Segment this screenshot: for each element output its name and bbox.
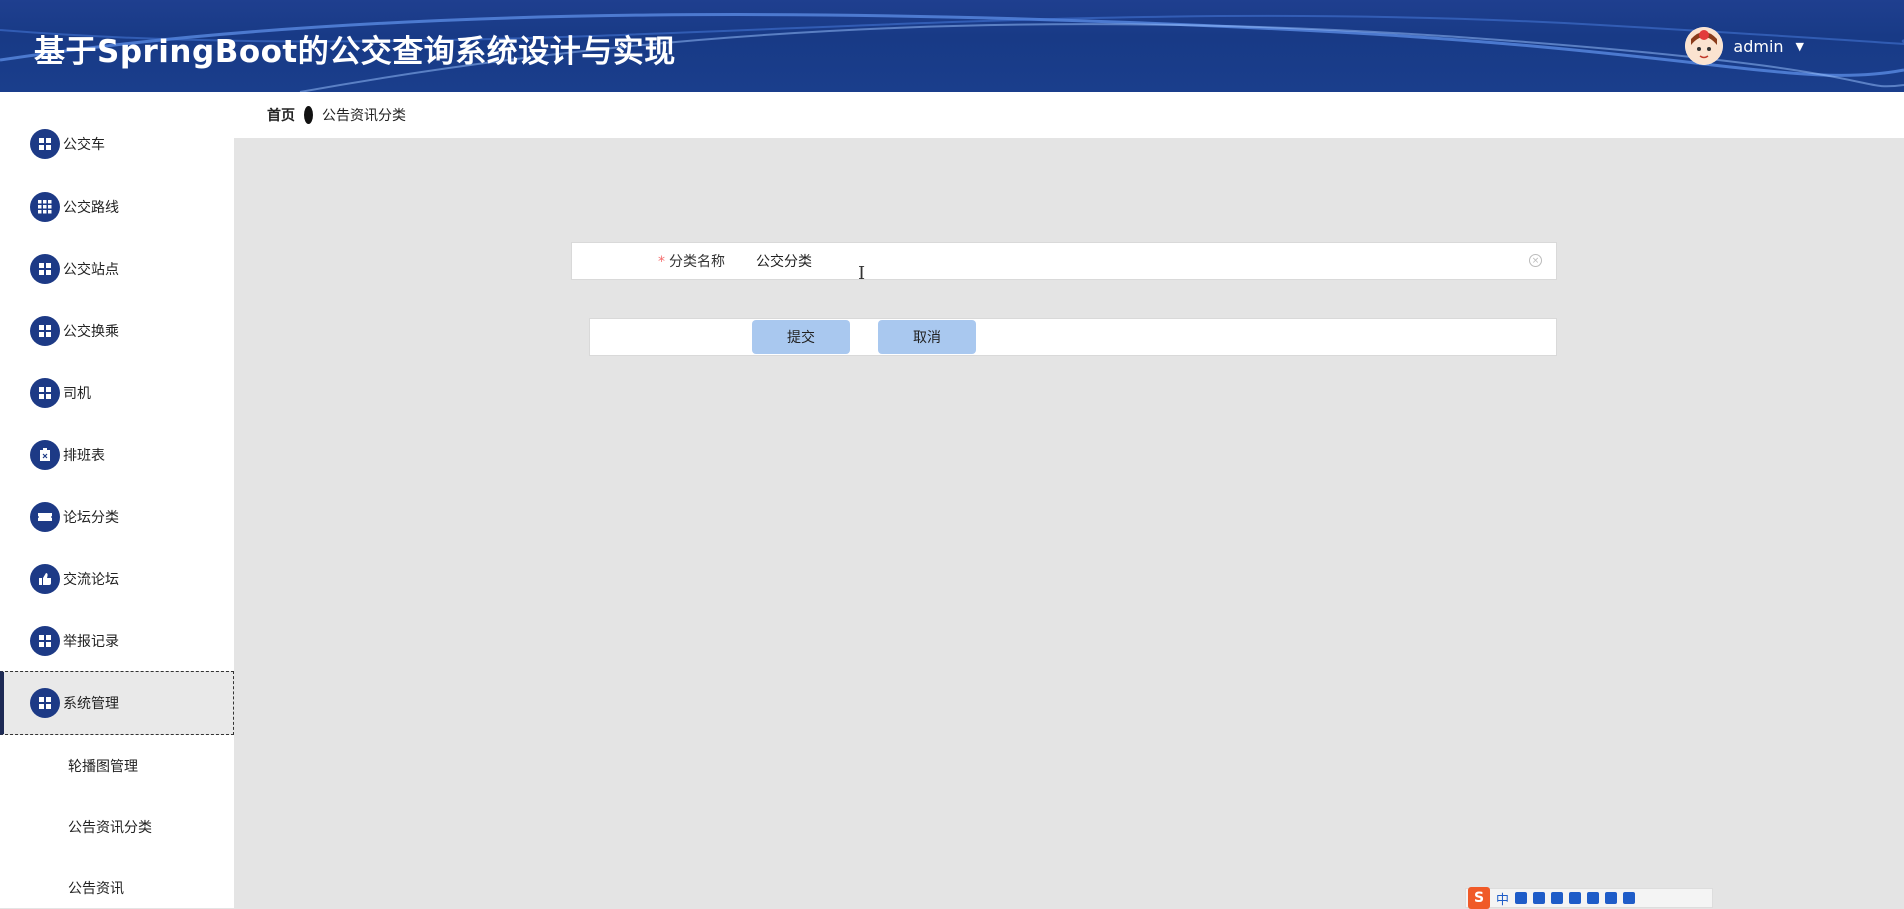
sidebar-item-forum[interactable]: 交流论坛 <box>0 548 234 610</box>
sidebar-item-label: 公交车 <box>63 137 105 153</box>
text-cursor-icon: I <box>858 263 866 284</box>
avatar[interactable] <box>1685 27 1724 65</box>
sidebar-item-report-records[interactable]: 举报记录 <box>0 610 234 672</box>
sidebar-subitem-carousel[interactable]: 轮播图管理 <box>68 756 138 776</box>
breadcrumb-current: 公告资讯分类 <box>322 108 406 124</box>
sidebar-item-system-management[interactable]: 系统管理 <box>0 671 234 735</box>
sidebar-item-label: 公交换乘 <box>63 324 119 340</box>
apps-icon <box>30 192 60 222</box>
sidebar-item-label: 交流论坛 <box>63 572 119 588</box>
sidebar-item-driver[interactable]: 司机 <box>0 362 234 424</box>
sidebar-item-label: 司机 <box>63 386 91 402</box>
sidebar-item-label: 排班表 <box>63 448 105 464</box>
grid-icon <box>30 378 60 408</box>
grid-icon <box>30 254 60 284</box>
keyboard-icon[interactable] <box>1569 892 1582 904</box>
sidebar-item-label: 公交路线 <box>63 200 119 216</box>
sidebar-item-label: 论坛分类 <box>63 510 119 526</box>
sidebar: 公交车 公交路线 公交站点 公交换乘 司机 排班表 论坛分类 交流论坛 举报记录… <box>0 92 234 908</box>
ime-toolbar[interactable]: S 中 <box>1465 887 1713 909</box>
required-mark: * <box>658 254 665 270</box>
sidebar-item-bus-transfer[interactable]: 公交换乘 <box>0 300 234 362</box>
breadcrumb-separator-icon <box>304 106 313 124</box>
top-header: 基于SpringBoot的公交查询系统设计与实现 admin ▼ <box>0 0 1904 92</box>
microphone-icon[interactable] <box>1551 892 1564 904</box>
category-name-input[interactable] <box>744 243 1554 279</box>
breadcrumb-home[interactable]: 首页 <box>267 105 295 125</box>
cancel-button[interactable]: 取消 <box>878 320 976 354</box>
grid-icon <box>30 129 60 159</box>
sidebar-item-bus[interactable]: 公交车 <box>0 113 234 175</box>
apps-icon[interactable] <box>1623 892 1636 904</box>
form-actions: 提交 取消 <box>589 318 1557 356</box>
category-name-label: * 分类名称 <box>658 251 725 271</box>
sidebar-item-label: 公交站点 <box>63 262 119 278</box>
submit-button[interactable]: 提交 <box>752 320 850 354</box>
sidebar-item-forum-category[interactable]: 论坛分类 <box>0 486 234 548</box>
clear-icon[interactable]: × <box>1529 254 1542 267</box>
clipboard-icon <box>30 440 60 470</box>
sidebar-item-schedule[interactable]: 排班表 <box>0 424 234 486</box>
punctuation-icon[interactable] <box>1533 892 1546 904</box>
breadcrumb: 首页 公告资讯分类 <box>234 92 1904 138</box>
skin-icon[interactable] <box>1605 892 1618 904</box>
sidebar-subitem-notice[interactable]: 公告资讯 <box>68 878 124 898</box>
sidebar-item-bus-route[interactable]: 公交路线 <box>0 176 234 238</box>
grid-icon <box>30 688 60 718</box>
thumb-icon <box>30 564 60 594</box>
ticket-icon <box>30 502 60 532</box>
chevron-down-icon[interactable]: ▼ <box>1796 40 1804 53</box>
category-name-label-text: 分类名称 <box>669 254 725 270</box>
user-menu[interactable]: admin ▼ <box>1685 27 1804 65</box>
grid-icon <box>30 626 60 656</box>
sidebar-item-label: 举报记录 <box>63 634 119 650</box>
sidebar-item-bus-stop[interactable]: 公交站点 <box>0 238 234 300</box>
category-name-form-item: *分类名称 × <box>571 242 1557 280</box>
app-title: 基于SpringBoot的公交查询系统设计与实现 <box>34 34 676 70</box>
sidebar-subitem-notice-category[interactable]: 公告资讯分类 <box>68 817 152 837</box>
moon-icon[interactable] <box>1515 892 1528 904</box>
user-icon[interactable] <box>1587 892 1600 904</box>
ime-mode[interactable]: 中 <box>1496 889 1509 908</box>
grid-icon <box>30 316 60 346</box>
sidebar-item-label: 系统管理 <box>63 696 119 712</box>
sogou-logo-icon[interactable]: S <box>1468 887 1490 909</box>
user-name[interactable]: admin <box>1733 37 1783 56</box>
